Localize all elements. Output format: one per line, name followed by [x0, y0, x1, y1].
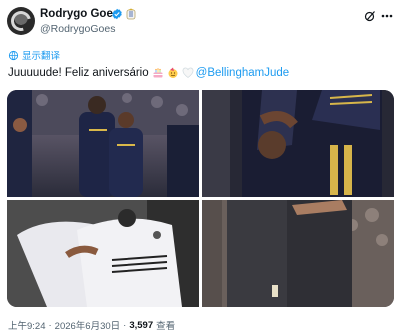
tweet: Rodrygo Goes @RodrygoGoes 显示翻译 Juuuuude!… — [0, 0, 400, 336]
photo-1-art — [7, 90, 199, 197]
tweet-meta: 上午9:24 · 2026年6月30日 · 3,597 查看 — [8, 318, 176, 333]
photo-2-art — [202, 90, 394, 197]
photo-3-art — [7, 200, 199, 307]
mention-link[interactable]: @BellinghamJude — [196, 67, 290, 79]
author-name[interactable]: Rodrygo Goes — [40, 8, 119, 20]
grok-icon[interactable] — [364, 10, 376, 22]
translate-icon — [8, 50, 19, 60]
translate-link[interactable]: 显示翻译 — [8, 48, 60, 62]
photo-4-art — [202, 200, 394, 307]
white-heart-emoji — [182, 67, 193, 78]
more-icon[interactable] — [381, 14, 393, 18]
media-photo-2[interactable] — [202, 90, 394, 197]
post-time[interactable]: 上午9:24 — [8, 318, 46, 332]
media-grid — [7, 90, 394, 307]
avatar[interactable] — [7, 7, 35, 35]
views-count: 3,597 — [129, 319, 154, 331]
media-photo-1[interactable] — [7, 90, 199, 197]
club-crest-icon — [126, 8, 136, 20]
media-photo-4[interactable] — [202, 200, 394, 307]
post-date[interactable]: 2026年6月30日 — [55, 318, 120, 332]
translate-label[interactable]: 显示翻译 — [22, 48, 60, 62]
meta-separator-2: · — [123, 319, 127, 331]
party-face-emoji — [168, 67, 178, 78]
verified-badge-icon — [112, 8, 122, 20]
media-photo-3[interactable] — [7, 200, 199, 307]
tweet-text: Juuuuude! Feliz aniversário @BellinghamJ… — [8, 64, 289, 82]
tweet-body: Juuuuude! Feliz aniversário — [8, 67, 149, 79]
views-label: 查看 — [156, 321, 176, 332]
meta-separator: · — [48, 319, 52, 331]
birthday-cake-emoji — [153, 68, 163, 78]
author-handle[interactable]: @RodrygoGoes — [40, 23, 115, 35]
